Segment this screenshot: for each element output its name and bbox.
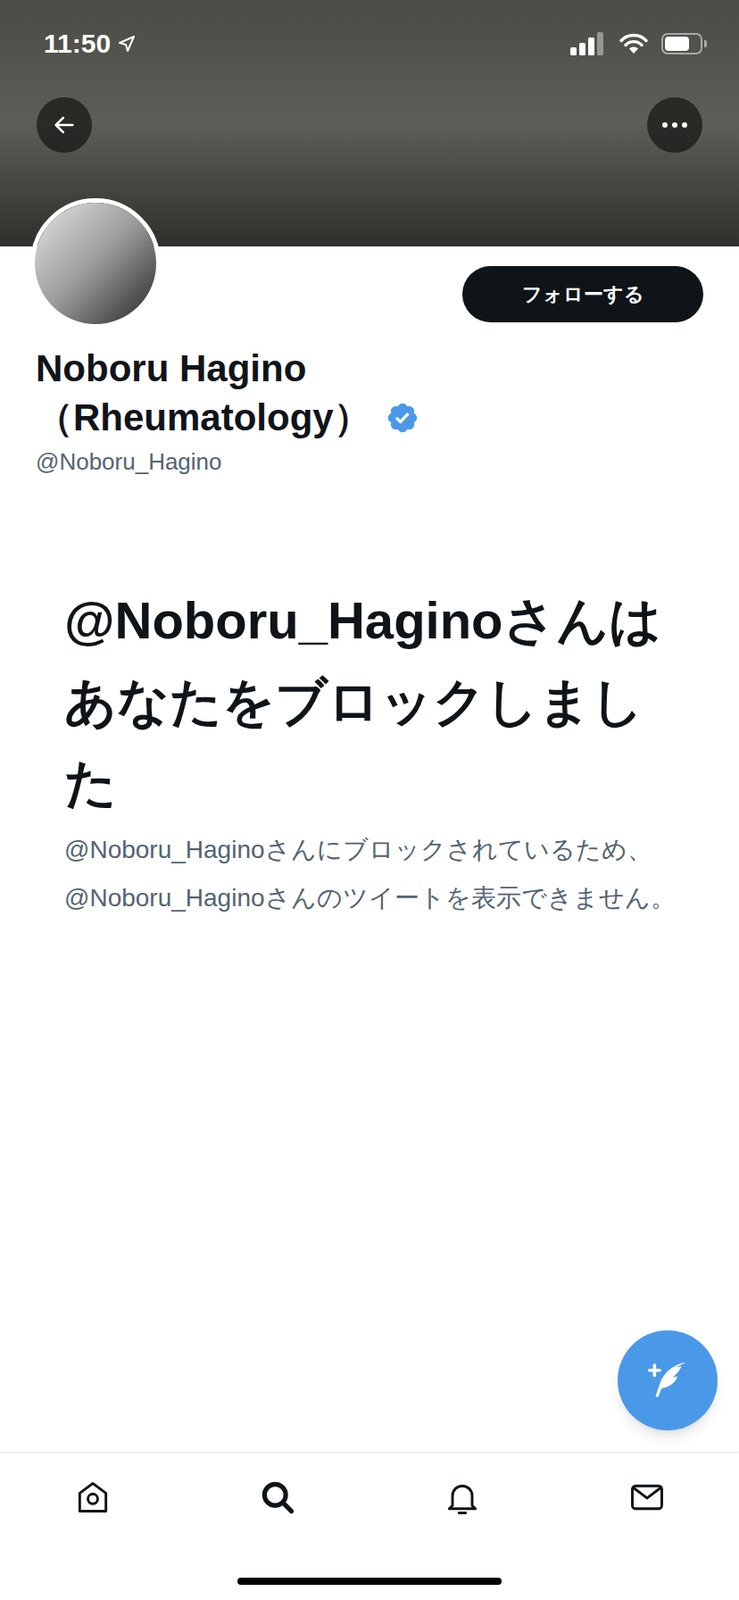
- mail-icon: [627, 1477, 667, 1517]
- back-button[interactable]: [36, 97, 92, 153]
- search-tab[interactable]: [184, 1477, 370, 1517]
- bell-icon: [442, 1477, 482, 1517]
- compose-feather-icon: [643, 1355, 692, 1404]
- profile-handle: @Noboru_Hagino: [35, 443, 704, 480]
- wifi-icon: [618, 32, 649, 56]
- verified-badge-icon: [385, 400, 420, 435]
- status-time: 11:50: [43, 25, 111, 62]
- more-button[interactable]: [647, 97, 703, 153]
- battery-icon: [661, 33, 707, 55]
- follow-button[interactable]: フォローする: [462, 265, 704, 323]
- notifications-tab[interactable]: [369, 1477, 555, 1517]
- more-dots-icon: [661, 121, 689, 129]
- profile-screen: 11:50: [0, 0, 739, 1600]
- home-icon: [73, 1477, 113, 1517]
- blocked-notice: @Noboru_Haginoさんはあなたをブロックしました @Noboru_Ha…: [0, 579, 739, 922]
- signal-icon: [570, 32, 607, 56]
- status-bar: 11:50: [0, 0, 739, 88]
- messages-tab[interactable]: [554, 1477, 739, 1517]
- home-indicator: [237, 1577, 502, 1585]
- search-icon: [257, 1477, 298, 1517]
- blocked-title: @Noboru_Haginoさんはあなたをブロックしました: [64, 579, 686, 823]
- profile-name: Noboru Hagino（Rheumatology）: [35, 343, 456, 442]
- profile-info: Noboru Hagino（Rheumatology） @Noboru_Hagi…: [0, 343, 739, 480]
- battery-fill: [664, 36, 690, 51]
- battery-track: [661, 33, 703, 55]
- home-tab[interactable]: [0, 1477, 185, 1517]
- blocked-message: @Noboru_Haginoさんにブロックされているため、@Noboru_Hag…: [64, 825, 686, 922]
- compose-button[interactable]: [617, 1329, 718, 1430]
- profile-avatar[interactable]: [30, 198, 161, 329]
- location-arrow-icon: [117, 34, 136, 53]
- back-arrow-icon: [51, 112, 77, 138]
- tab-bar: [0, 1451, 739, 1600]
